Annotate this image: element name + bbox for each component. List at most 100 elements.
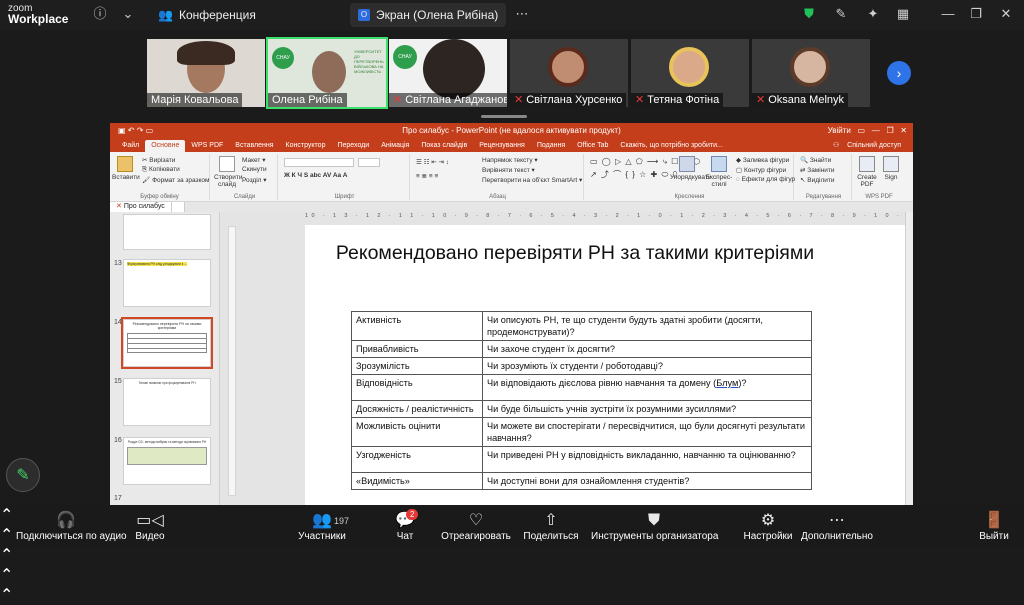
minimize-icon[interactable]: — xyxy=(940,6,956,22)
criterion-cell: Зрозумілість xyxy=(351,357,483,375)
info-icon[interactable]: ⓘ xyxy=(92,6,108,22)
video-button[interactable]: ▭◁ Видео xyxy=(125,511,175,543)
slide-thumbnail-selected[interactable]: Рекомендовано перевіряти РН за такими кр… xyxy=(121,317,213,369)
participant-tile[interactable]: ✕ Світлана Хурсенко xyxy=(510,39,628,107)
participant-tile-active-speaker[interactable]: СНАУ УНІВЕРСИТЕТ ДО ПЕРЕТВОРЕНЬ ВІЙСЬКОВ… xyxy=(266,37,388,109)
slide-thumbnail[interactable]: Формулювання РН слід узгоджувати з ... xyxy=(123,259,211,307)
host-tools-button[interactable]: ⛊ Инструменты организатора xyxy=(591,511,718,543)
slide-title[interactable]: Рекомендовано перевіряти РН за такими кр… xyxy=(305,241,845,265)
cut-button[interactable]: ✂ Вирізати xyxy=(142,156,175,164)
leave-door-icon: 🚪 xyxy=(984,512,1004,529)
ppt-tab[interactable]: Конструктор xyxy=(280,140,332,152)
ppt-tab[interactable]: Подання xyxy=(531,140,571,152)
participants-options-caret[interactable]: ⌃ xyxy=(0,545,1024,565)
participant-tile[interactable]: СНАУ ✕ Світлана Агаджанова xyxy=(389,39,507,107)
sign-button[interactable]: Sign xyxy=(878,156,904,181)
slide-thumbnail[interactable]: Розділ ОС: методи вибірки та методи оцін… xyxy=(123,437,211,485)
quick-styles-button[interactable]: Експрес-стилі xyxy=(704,156,734,188)
document-tab[interactable]: ✕ Про силабус xyxy=(110,202,172,212)
ai-sparkle-icon[interactable]: ✦ xyxy=(865,6,881,22)
arrange-button[interactable]: Упорядкувати xyxy=(670,156,711,181)
find-button[interactable]: 🔍 Знайти xyxy=(800,156,831,164)
thumbnail-table xyxy=(127,333,207,353)
font-format-buttons[interactable]: Ж К Ч S abc AV Aa A xyxy=(284,172,347,179)
close-tab-icon[interactable]: ✕ xyxy=(116,203,122,210)
annotate-pencil-button[interactable]: ✎ xyxy=(6,458,40,492)
slide-thumbnail[interactable] xyxy=(123,214,211,250)
ribbon-group-clipboard: Вставити ✂ Вирізати ⎘ Копіювати 🖌 Формат… xyxy=(110,154,210,200)
shape-fill-button[interactable]: ◆ Заливка фігури xyxy=(736,156,789,164)
chevron-down-icon[interactable]: ⌄ xyxy=(120,6,136,22)
vertical-ruler xyxy=(228,226,236,496)
participant-avatar xyxy=(669,47,709,87)
copy-button[interactable]: ⎘ Копіювати xyxy=(142,166,180,174)
participant-tile[interactable]: ✕ Тетяна Фотіна xyxy=(631,39,749,107)
font-family-select[interactable] xyxy=(284,158,354,167)
ppt-tab[interactable]: Показ слайдів xyxy=(415,140,473,152)
ppt-work-area: 13 Формулювання РН слід узгоджувати з ..… xyxy=(110,212,913,505)
ppt-tab[interactable]: Вставлення xyxy=(229,140,279,152)
apps-grid-icon[interactable]: ▦ xyxy=(895,6,911,22)
participant-tile[interactable]: Марія Ковальова xyxy=(147,39,265,107)
chat-icon: 💬 2 xyxy=(390,509,420,531)
ppt-tab[interactable]: Office Tab xyxy=(571,140,614,152)
ppt-tab[interactable]: Файл xyxy=(116,140,145,152)
settings-button[interactable]: ⚙ Настройки xyxy=(740,511,796,543)
layout-button[interactable]: Макет ▾ xyxy=(242,156,265,164)
shapes-gallery-row2[interactable]: ↗ ⤴ ⌒ { } ☆ ✚ ⬭ ⬯ xyxy=(590,169,679,180)
paste-button[interactable]: Вставити xyxy=(112,156,140,181)
annotate-pen-icon[interactable]: ✎ xyxy=(833,6,849,22)
align-text-button[interactable]: Вирівняти текст ▾ xyxy=(482,166,535,174)
ppt-tab[interactable]: Переходи xyxy=(331,140,375,152)
horizontal-ruler: 10 · 1 3 · 1 2 · 1 1 · 1 0 · 9 · 8 · 7 ·… xyxy=(305,213,905,219)
shape-effects-button[interactable]: ◌ Ефекти для фігур xyxy=(736,176,795,183)
ribbon-group-font: Ж К Ч S abc AV Aa A Шрифт xyxy=(280,154,410,200)
ppt-tell-me[interactable]: Скажіть, що потрібно зробити... xyxy=(614,140,728,152)
new-tab-button[interactable] xyxy=(171,202,185,212)
ppt-share-button[interactable]: ⚇ Спільний доступ xyxy=(827,140,913,152)
criteria-table[interactable]: Активність Чи описують РН, те що студенти… xyxy=(351,311,812,490)
more-options-icon[interactable]: ⋯ xyxy=(514,6,530,22)
format-painter-button[interactable]: 🖌 Формат за зразком xyxy=(142,176,209,184)
tab-conference[interactable]: 👥 Конференция xyxy=(150,3,264,27)
text-direction-button[interactable]: Напрямок тексту ▾ xyxy=(482,156,538,164)
restore-icon[interactable]: ❐ xyxy=(968,6,984,22)
more-button[interactable]: ⋯ Дополнительно xyxy=(800,511,874,543)
replace-button[interactable]: ⇄ Замінити xyxy=(800,166,835,174)
shape-outline-button[interactable]: ▢ Контур фігури xyxy=(736,166,786,174)
reset-button[interactable]: Скинути xyxy=(242,166,267,173)
ppt-tab[interactable]: WPS PDF xyxy=(185,140,229,152)
share-screen-button[interactable]: ⇧ Поделиться xyxy=(523,511,579,543)
create-pdf-button[interactable]: Create PDF xyxy=(854,156,880,188)
ppt-window-controls[interactable]: Увійти ▭ — ❐ ✕ xyxy=(828,126,907,135)
react-button[interactable]: ♡ Отреагировать xyxy=(441,511,511,543)
align-buttons[interactable]: ≡ ≣ ≡ ≡ xyxy=(416,172,438,180)
gallery-next-page-button[interactable]: › xyxy=(887,61,911,85)
chat-options-caret[interactable]: ⌃ xyxy=(0,565,1024,585)
section-button[interactable]: Розділ ▾ xyxy=(242,176,267,184)
list-buttons[interactable]: ☰ ☷ ⇤ ⇥ ↕ xyxy=(416,158,449,166)
smartart-button[interactable]: Перетворити на об'єкт SmartArt ▾ xyxy=(482,176,582,184)
ppt-tab-home[interactable]: Основне xyxy=(145,140,186,152)
participant-name: ✕ Oksana Melnyk xyxy=(752,93,849,107)
ppt-tab[interactable]: Анімація xyxy=(375,140,415,152)
slide-canvas[interactable]: Рекомендовано перевіряти РН за такими кр… xyxy=(305,225,905,505)
security-shield-icon[interactable]: ⛊ xyxy=(801,6,817,22)
close-icon[interactable]: ✕ xyxy=(998,6,1014,22)
table-row: Привабливість Чи захоче студент їх досягт… xyxy=(351,340,812,358)
resize-handle[interactable] xyxy=(481,115,527,118)
chat-button[interactable]: 💬 2 Чат xyxy=(390,509,420,543)
thumbnail-table xyxy=(127,447,207,465)
share-options-caret[interactable]: ⌃ xyxy=(0,585,1024,605)
new-slide-button[interactable]: Створити слайд xyxy=(214,156,243,188)
select-button[interactable]: ↖ Виділити xyxy=(800,176,835,184)
mic-muted-icon: ✕ xyxy=(756,94,766,106)
leave-button[interactable]: 🚪 Выйти xyxy=(974,511,1014,543)
vertical-scrollbar[interactable] xyxy=(905,212,913,505)
tab-screen-share[interactable]: O Экран (Олена Рибіна) xyxy=(350,3,507,27)
ppt-tab[interactable]: Рецензування xyxy=(473,140,531,152)
participant-tile[interactable]: ✕ Oksana Melnyk xyxy=(752,39,870,107)
join-audio-button[interactable]: 🎧 Подключиться по аудио xyxy=(16,511,127,543)
font-size-select[interactable] xyxy=(358,158,380,167)
slide-thumbnail[interactable]: Типові помилки при формулюванні РН xyxy=(123,378,211,426)
